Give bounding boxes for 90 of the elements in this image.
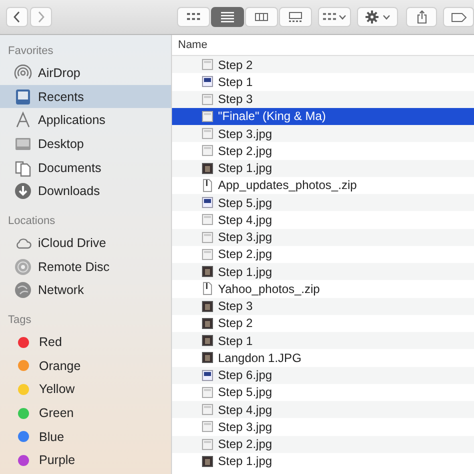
image-thumbnail-icon (202, 265, 213, 278)
sidebar-item[interactable]: Green (0, 401, 171, 425)
grid-icon (187, 12, 200, 22)
sidebar-item[interactable]: Purple (0, 448, 171, 472)
file-row[interactable]: Step 4.jpg (172, 211, 474, 228)
file-row[interactable]: Step 3.jpg (172, 418, 474, 436)
gallery-icon (289, 12, 302, 22)
file-row[interactable]: Step 5.jpg (172, 194, 474, 212)
file-row[interactable]: Step 3 (172, 298, 474, 315)
columns-icon (255, 12, 268, 22)
recents-icon (14, 88, 32, 106)
sidebar-item[interactable]: Remote Disc (0, 254, 171, 278)
image-thumbnail-icon (202, 420, 213, 434)
file-row[interactable]: "Finale" (King & Ma) (172, 108, 474, 125)
image-thumbnail-icon (202, 351, 213, 364)
applications-icon (14, 111, 32, 130)
file-row[interactable]: App_updates_photos_.zip (172, 176, 474, 194)
chevron-left-icon (13, 11, 21, 23)
image-thumbnail-icon (202, 58, 213, 72)
sidebar-item[interactable]: Red (0, 330, 171, 354)
file-row[interactable]: Langdon 1.JPG (172, 349, 474, 366)
file-row[interactable]: Step 1.jpg (172, 160, 474, 177)
image-thumbnail-icon (202, 162, 213, 175)
image-thumbnail-icon (202, 403, 213, 416)
tag-icon (450, 12, 467, 22)
file-row[interactable]: Step 1.jpg (172, 263, 474, 280)
tag-button[interactable] (443, 7, 474, 27)
sidebar-item[interactable]: Recents (0, 84, 171, 108)
sidebar-item[interactable]: Downloads (0, 179, 171, 204)
group-button[interactable] (318, 7, 352, 27)
section-heading: Tags (7, 313, 32, 328)
file-row[interactable]: Step 2 (172, 56, 474, 74)
image-thumbnail-icon (202, 213, 213, 226)
sidebar-item[interactable]: Blue (0, 424, 171, 449)
sidebar-item[interactable]: Orange (0, 354, 171, 378)
file-row[interactable]: Step 1 (172, 73, 474, 90)
share-icon (416, 10, 427, 24)
sidebar-item[interactable]: Desktop (0, 132, 171, 156)
image-thumbnail-icon (202, 110, 213, 123)
sidebar-item[interactable]: Documents (0, 156, 171, 180)
sidebar-item[interactable]: Network (0, 278, 171, 302)
file-row[interactable]: Step 3.jpg (172, 125, 474, 142)
file-row[interactable]: Step 3 (172, 90, 474, 108)
image-thumbnail-icon (202, 230, 213, 244)
image-thumbnail-icon (202, 75, 213, 88)
sidebar-item[interactable]: iCloud Drive (0, 231, 171, 255)
caret-icon (339, 14, 346, 20)
file-row[interactable]: Step 2.jpg (172, 436, 474, 453)
file-row[interactable]: Step 5.jpg (172, 384, 474, 401)
share-button[interactable] (406, 7, 438, 27)
zip-file-icon (202, 178, 213, 192)
image-thumbnail-icon (202, 438, 213, 451)
image-thumbnail-icon (202, 144, 213, 158)
file-row[interactable]: Step 3.jpg (172, 228, 474, 246)
action-button[interactable] (357, 7, 398, 27)
image-thumbnail-icon (202, 316, 213, 330)
back-button[interactable] (6, 7, 28, 27)
section-heading: Locations (7, 214, 56, 230)
sidebar-item[interactable]: Yellow (0, 378, 171, 402)
sidebar-item[interactable]: AirDrop (0, 61, 171, 85)
image-thumbnail-icon (202, 127, 213, 140)
image-thumbnail-icon (202, 454, 213, 468)
image-thumbnail-icon (202, 92, 213, 106)
zip-file-icon (202, 282, 213, 296)
file-row[interactable]: Step 6.jpg (172, 366, 474, 384)
file-row[interactable]: Step 2.jpg (172, 142, 474, 160)
file-row[interactable]: Yahoo_photos_.zip (172, 280, 474, 298)
image-thumbnail-icon (202, 334, 213, 348)
view-button[interactable] (211, 7, 244, 27)
download-icon (14, 182, 32, 200)
image-thumbnail-icon (202, 368, 213, 382)
file-row[interactable]: Step 1.jpg (172, 452, 474, 470)
file-row[interactable]: Step 4.jpg (172, 401, 474, 418)
image-thumbnail-icon (202, 196, 213, 210)
list-icon (221, 12, 234, 22)
documents-icon (14, 158, 32, 177)
sidebar-item[interactable]: Applications (0, 108, 171, 132)
image-thumbnail-icon (202, 300, 213, 313)
file-row[interactable]: Step 2.jpg (172, 246, 474, 263)
chevron-right-icon (37, 11, 45, 23)
image-thumbnail-icon (202, 386, 213, 399)
disc-icon (14, 258, 32, 276)
globe-icon (14, 281, 32, 300)
section-heading: Favorites (7, 44, 54, 59)
grid-icon (323, 12, 336, 22)
settings-icon (365, 10, 380, 24)
caret-icon (383, 14, 390, 20)
file-row[interactable]: Step 2 (172, 314, 474, 332)
file-row[interactable]: Step 1 (172, 332, 474, 350)
image-thumbnail-icon (202, 248, 213, 261)
